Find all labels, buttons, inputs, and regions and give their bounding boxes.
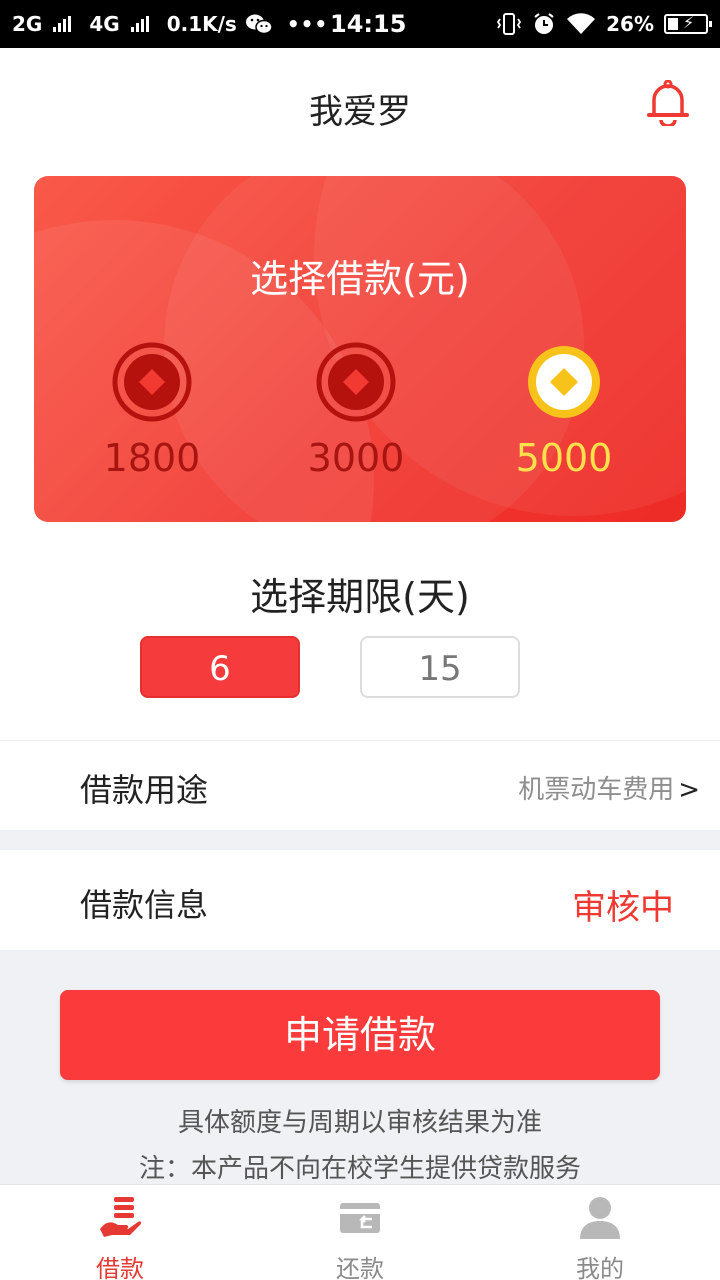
amount-label: 1800: [103, 436, 201, 480]
bottom-nav: 借款 还款 我的: [0, 1184, 720, 1280]
user-icon: [580, 1197, 620, 1239]
battery-percent: 26%: [606, 12, 654, 36]
loan-amount-title: 选择借款(元): [250, 257, 470, 301]
nav-item-mine[interactable]: 我的: [520, 1195, 680, 1280]
battery-icon: ⚡: [664, 13, 712, 34]
amount-option-3000[interactable]: 3000: [276, 342, 436, 480]
repay-card-icon: [340, 1203, 380, 1233]
clock: 14:15: [330, 10, 407, 38]
loan-purpose-row[interactable]: 借款用途 机票动车费用 >: [0, 740, 720, 830]
amount-label-selected: 5000: [515, 436, 613, 480]
nav-label: 还款: [336, 1255, 384, 1280]
status-bar: 2G 4G 0.1K/s ••• 14:15 26% ⚡: [0, 0, 720, 48]
wifi-icon: [567, 13, 596, 34]
nav-item-loan[interactable]: 借款: [40, 1195, 200, 1280]
loan-purpose-value: 机票动车费用 >: [518, 769, 700, 806]
bell-icon[interactable]: [646, 80, 690, 126]
coin-selected-icon: [528, 346, 600, 418]
status-left: 2G 4G 0.1K/s •••: [12, 12, 328, 36]
term-option-6[interactable]: 6: [140, 636, 300, 698]
loan-purpose-text: 机票动车费用: [518, 775, 675, 805]
network-2g-label: 2G: [12, 12, 43, 36]
wechat-icon: [245, 14, 273, 35]
disclaimer-text: 具体额度与周期以审核结果为准: [177, 1108, 542, 1138]
loan-purpose-label: 借款用途: [80, 771, 209, 809]
amount-option-5000[interactable]: 5000: [484, 342, 644, 480]
status-right: 26% ⚡: [496, 12, 712, 36]
term-title: 选择期限(天): [250, 575, 470, 619]
coin-icon: [112, 342, 192, 422]
network-speed: 0.1K/s: [166, 12, 237, 36]
app-header: 我爱罗: [0, 48, 720, 160]
coin-icon: [316, 342, 396, 422]
page-title: 我爱罗: [309, 92, 411, 132]
term-option-15[interactable]: 15: [360, 636, 520, 698]
vibrate-icon: [497, 13, 522, 35]
loan-info-label: 借款信息: [80, 886, 209, 924]
signal-icon: [53, 16, 72, 32]
apply-loan-button[interactable]: 申请借款: [60, 990, 660, 1080]
chevron-right-icon: >: [678, 775, 700, 805]
amount-label: 3000: [307, 436, 405, 480]
network-4g-label: 4G: [89, 12, 120, 36]
more-notifications: •••: [286, 12, 329, 36]
loan-amount-card: 选择借款(元) 1800 3000 5000: [34, 176, 686, 522]
nav-item-repay[interactable]: 还款: [280, 1195, 440, 1280]
signal-4g-icon: [130, 16, 149, 32]
student-notice-text: 注：本产品不向在校学生提供贷款服务: [138, 1154, 581, 1184]
loan-hand-icon: [100, 1197, 142, 1237]
nav-label: 借款: [96, 1255, 144, 1280]
amount-option-1800[interactable]: 1800: [72, 342, 232, 480]
loan-info-row[interactable]: 借款信息 审核中: [0, 850, 720, 950]
review-status-badge: 审核中: [572, 888, 674, 928]
alarm-icon: [534, 13, 554, 34]
nav-label: 我的: [576, 1255, 624, 1280]
